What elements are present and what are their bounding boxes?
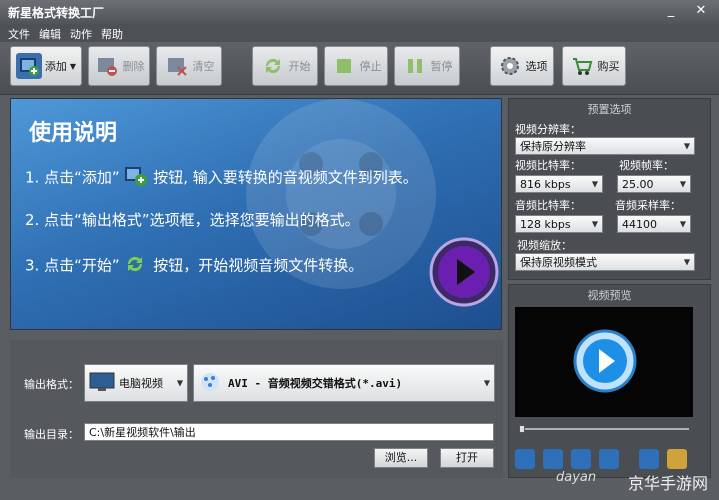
audio-bitrate-select[interactable]: 128 kbps ▼: [515, 215, 603, 233]
play-icon[interactable]: [573, 329, 637, 393]
preset-panel: 预置选项 视频分辨率： 保持原分辨率 ▼ 视频比特率： 视频帧率： 816 kbp…: [508, 98, 711, 280]
open-button[interactable]: 打开: [440, 448, 494, 468]
film-remove-icon: [94, 53, 120, 79]
chevron-down-icon: ▼: [679, 179, 686, 189]
pause-button[interactable]: 暂停: [394, 46, 460, 86]
menu-file[interactable]: 文件: [8, 26, 30, 42]
chevron-down-icon: ▼: [683, 257, 690, 267]
cart-icon: [569, 53, 595, 79]
stop-button[interactable]: 停止: [324, 46, 388, 86]
menu-help[interactable]: 帮助: [101, 26, 123, 42]
preview-stop-button[interactable]: [543, 449, 563, 469]
instructions-banner: 使用说明 1. 点击“添加” 按钮, 输入要转换的音视频文件到列表。 2. 点击…: [10, 98, 502, 330]
film-add-icon: [15, 53, 42, 79]
menu-action[interactable]: 动作: [70, 26, 92, 42]
play-icon: [429, 237, 499, 307]
toolbar: 添加 ▼ 删除 清空 开始 停止 暂停 选项 购买: [0, 42, 719, 95]
audio-bitrate-label: 音频比特率：: [515, 199, 581, 212]
preview-settings-button[interactable]: [667, 449, 687, 469]
step-1: 1. 点击“添加” 按钮, 输入要转换的音视频文件到列表。: [25, 165, 418, 191]
stop-icon: [331, 53, 357, 79]
chevron-down-icon: ▼: [591, 219, 598, 229]
output-dir-label: 输出目录：: [24, 428, 79, 441]
preview-title: 视频预览: [587, 289, 632, 302]
video-preview: [515, 307, 693, 417]
samplerate-select[interactable]: 44100 ▼: [617, 215, 691, 233]
preview-folder-button[interactable]: [639, 449, 659, 469]
close-button[interactable]: ✕: [690, 2, 712, 20]
start-button[interactable]: 开始: [252, 46, 318, 86]
title-bar: 新星格式转换工厂 _ ✕: [0, 0, 719, 24]
buy-button[interactable]: 购买: [562, 46, 626, 86]
chevron-down-icon: ▼: [176, 378, 183, 388]
resolution-select[interactable]: 保持原分辨率 ▼: [515, 137, 695, 155]
framerate-select[interactable]: 25.00 ▼: [617, 175, 691, 193]
chevron-down-icon: ▼: [679, 219, 686, 229]
output-dir-input[interactable]: C:\新星视频软件\输出: [84, 423, 494, 441]
options-button[interactable]: 选项: [490, 46, 554, 86]
preview-panel: 视频预览: [508, 284, 711, 478]
chevron-down-icon: ▼: [483, 378, 490, 388]
add-button[interactable]: 添加 ▼: [10, 46, 82, 86]
refresh-icon: [124, 253, 148, 279]
scale-select[interactable]: 保持原视频模式 ▼: [515, 253, 695, 271]
pause-icon: [402, 53, 428, 79]
browse-button[interactable]: 浏览...: [374, 448, 428, 468]
clear-button[interactable]: 清空: [156, 46, 222, 86]
samplerate-label: 音频采样率：: [615, 199, 681, 212]
minimize-button[interactable]: _: [660, 2, 682, 20]
device-category-select[interactable]: 电脑视频 ▼: [84, 364, 188, 402]
preset-title: 预置选项: [587, 103, 632, 116]
resolution-label: 视频分辨率：: [515, 123, 581, 136]
preview-play-button[interactable]: [515, 449, 535, 469]
delete-button[interactable]: 删除: [88, 46, 150, 86]
chevron-down-icon: ▼: [683, 141, 690, 151]
film-clear-icon: [164, 53, 190, 79]
framerate-label: 视频帧率：: [619, 159, 674, 172]
seek-slider[interactable]: [519, 425, 689, 433]
window-title: 新星格式转换工厂: [8, 6, 105, 20]
monitor-icon: [89, 371, 115, 396]
step-2: 2. 点击“输出格式”选项框，选择您要输出的格式。: [25, 211, 360, 229]
preview-snapshot-button[interactable]: [571, 449, 591, 469]
step-3: 3. 点击“开始” 按钮，开始视频音频文件转换。: [25, 253, 363, 279]
refresh-icon: [260, 53, 286, 79]
watermark-site-name: 京华手游网: [628, 474, 709, 493]
gear-icon: [497, 53, 523, 79]
video-bitrate-select[interactable]: 816 kbps ▼: [515, 175, 603, 193]
scale-label: 视频缩放：: [517, 239, 572, 252]
output-format-label: 输出格式：: [24, 378, 79, 391]
film-add-icon: [124, 165, 148, 191]
menu-edit[interactable]: 编辑: [39, 26, 61, 42]
menu-bar: 文件 编辑 动作 帮助: [0, 24, 719, 42]
video-bitrate-label: 视频比特率：: [515, 159, 581, 172]
chevron-down-icon: ▼: [69, 61, 77, 71]
preview-volume-button[interactable]: [599, 449, 619, 469]
banner-title: 使用说明: [29, 121, 118, 146]
format-icon: [198, 370, 222, 397]
output-format-select[interactable]: AVI - 音频视频交错格式(*.avi) ▼: [193, 364, 495, 402]
chevron-down-icon: ▼: [591, 179, 598, 189]
output-panel: 输出格式： 电脑视频 ▼ AVI - 音频视频交错格式(*.avi) ▼ 输出目…: [10, 340, 503, 478]
watermark-url: dayan: [556, 470, 597, 485]
